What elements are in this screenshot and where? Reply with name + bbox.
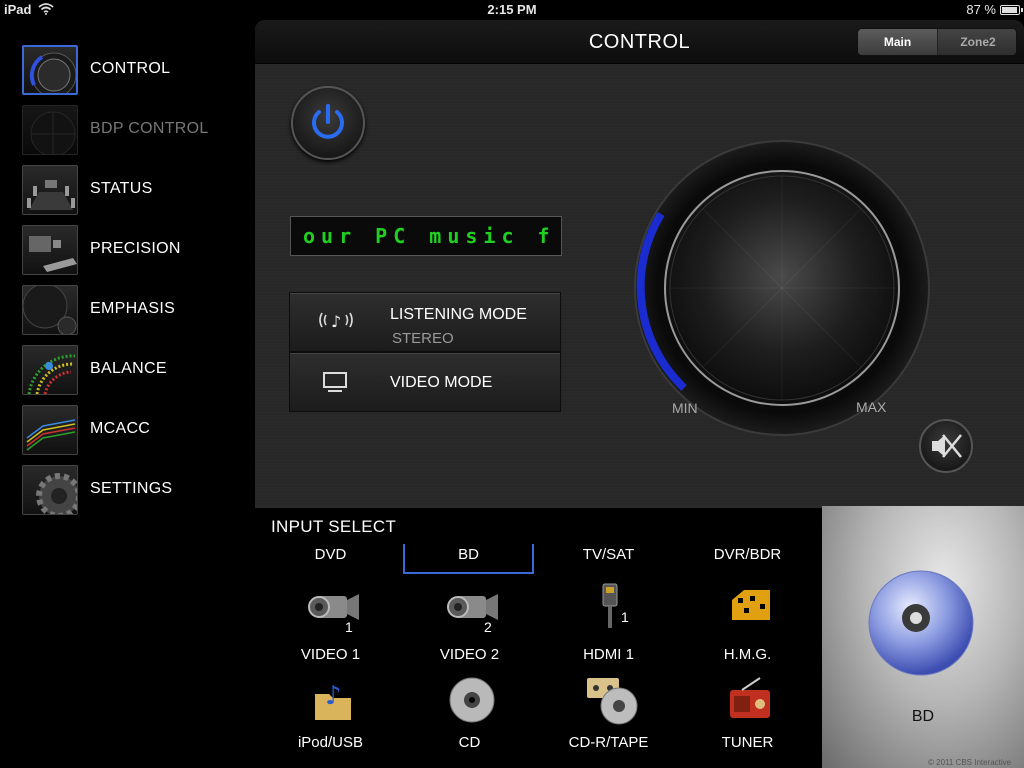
speaker-cone-icon [22,285,78,335]
zone-selector: Main Zone2 [857,28,1017,56]
input-label: iPod/USB [297,734,364,751]
fl-display: our PC music f [290,216,562,256]
gear-icon [22,465,78,515]
camcorder-icon: 1 [308,594,359,634]
sidebar-item-label: EMPHASIS [90,300,176,317]
input-tab-bd[interactable]: BD [403,544,534,574]
input-tab-label: DVD [314,546,347,563]
volume-knob[interactable] [632,138,932,438]
home-media-gallery-icon [732,590,770,620]
input-video2[interactable]: 2 VIDEO 2 [400,582,539,666]
mcacc-graph-icon [22,405,78,455]
radio-icon [730,677,770,718]
sidebar-item-label: PRECISION [90,240,181,257]
input-cd[interactable]: CD [400,674,539,754]
input-tuner[interactable]: TUNER [678,674,817,754]
input-label: CD-R/TAPE [568,734,649,751]
input-tab-dvr-bdr[interactable]: DVR/BDR [678,546,817,572]
room-speakers-icon [22,165,78,215]
sidebar-item-settings[interactable]: SETTINGS [22,465,242,515]
input-tab-label: TV/SAT [582,546,635,563]
input-label: VIDEO 2 [439,646,500,663]
sidebar-item-bdp-control[interactable]: BDP CONTROL [22,105,242,155]
listening-mode-value: STEREO [392,330,454,347]
sidebar-item-precision[interactable]: PRECISION [22,225,242,275]
input-cd-r-tape[interactable]: CD-R/TAPE [539,674,678,754]
input-label: TUNER [721,734,774,751]
sidebar-item-label: BALANCE [90,360,167,377]
input-tab-label: DVR/BDR [713,546,782,563]
bluray-disc-icon [868,570,974,676]
input-video1[interactable]: 1 VIDEO 1 [261,582,400,666]
balance-meter-icon [22,345,78,395]
hdmi-plug-icon: 1 [602,583,629,628]
sidebar-item-label: BDP CONTROL [90,120,209,137]
copyright-text: © 2011 CBS Interactive [928,758,1012,767]
video-mode-label: VIDEO MODE [390,374,493,391]
svg-text:1: 1 [621,609,629,625]
mute-button[interactable] [919,419,973,473]
input-label: H.M.G. [723,646,772,663]
sidebar-item-label: SETTINGS [90,480,173,497]
sidebar-item-label: STATUS [90,180,153,197]
bdp-disc-icon [22,105,78,155]
battery-percent: 87 % [966,2,996,17]
sidebar-item-status[interactable]: STATUS [22,165,242,215]
volume-min-label: MIN [672,400,698,416]
clock: 2:15 PM [487,2,537,17]
current-input-label: BD [911,708,935,725]
input-label: CD [458,734,481,751]
battery-icon [1000,5,1023,15]
sidebar-item-label: CONTROL [90,60,171,77]
volume-max-label: MAX [856,399,887,415]
music-folder-icon: ♪ [315,681,351,720]
cassette-disc-icon [587,678,638,725]
current-input-preview: BD [822,506,1024,768]
sidebar-item-control[interactable]: CONTROL [22,45,242,95]
listening-mode-icon: ♪ [319,312,353,331]
svg-text:1: 1 [345,619,353,634]
status-bar: iPad 2:15 PM 87 % [0,0,1024,20]
svg-text:♪: ♪ [331,312,341,331]
svg-text:♪: ♪ [325,681,342,711]
input-tab-label: BD [458,546,479,563]
listening-mode-label: LISTENING MODE [390,306,527,323]
input-hdmi1[interactable]: 1 HDMI 1 [539,582,678,666]
precision-equipment-icon [22,225,78,275]
sidebar-item-mcacc[interactable]: MCACC [22,405,242,455]
power-button[interactable] [291,86,365,160]
input-select-panel: INPUT SELECT DVD BD TV/SAT DVR/BDR 1 VID… [255,506,822,768]
panel-header: CONTROL Main Zone2 [255,20,1024,64]
control-panel: CONTROL Main Zone2 our PC music f ♪ LIST… [255,20,1024,506]
video-mode-button[interactable]: VIDEO MODE [289,352,561,412]
sidebar: CONTROL BDP CONTROL STATUS PRECISION EMP… [0,20,255,768]
mute-icon [932,434,962,458]
sidebar-item-label: MCACC [90,420,151,437]
input-label: VIDEO 1 [300,646,361,663]
svg-text:2: 2 [484,619,492,634]
listening-mode-button[interactable]: ♪ LISTENING MODE STEREO [289,292,561,352]
input-hmg[interactable]: H.M.G. [678,582,817,666]
zone2-button[interactable]: Zone2 [938,29,1016,55]
camcorder-icon: 2 [447,594,498,634]
power-icon [312,104,344,139]
sidebar-item-emphasis[interactable]: EMPHASIS [22,285,242,335]
zone-main-button[interactable]: Main [858,29,938,55]
sidebar-item-balance[interactable]: BALANCE [22,345,242,395]
input-ipod-usb[interactable]: ♪ iPod/USB [261,674,400,754]
cd-icon [449,677,495,723]
input-select-title: INPUT SELECT [271,517,397,536]
input-label: HDMI 1 [583,646,634,663]
input-tab-tv-sat[interactable]: TV/SAT [539,546,678,572]
monitor-icon [323,372,347,392]
input-tab-dvd[interactable]: DVD [261,546,400,572]
control-knob-icon [22,45,78,95]
